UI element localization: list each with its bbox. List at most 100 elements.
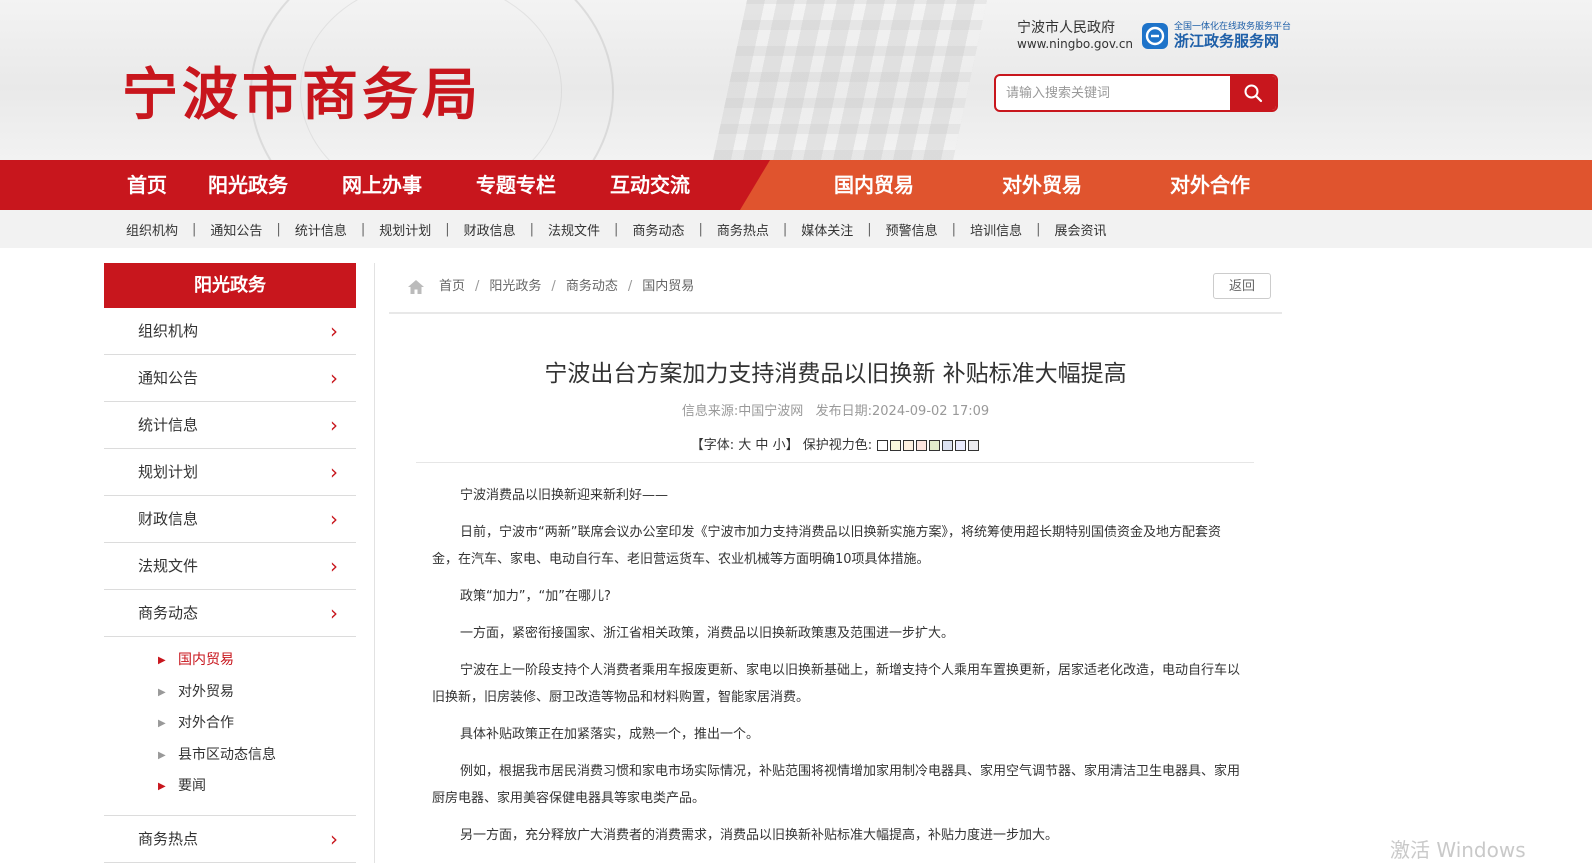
sidebar-item-plans[interactable]: 规划计划 ›: [104, 449, 356, 496]
nav-foreign-cooperation[interactable]: 对外合作: [1170, 160, 1250, 210]
subnav-separator: |: [276, 221, 281, 237]
eye-care-swatch[interactable]: [942, 440, 954, 451]
chevron-right-icon: ›: [330, 460, 338, 484]
source-value: 中国宁波网: [738, 404, 804, 419]
sidebar-sub-county-news[interactable]: ▶ 县市区动态信息: [104, 740, 356, 772]
site-logo-title[interactable]: 宁波市商务局: [122, 50, 482, 131]
breadcrumb-sunshine[interactable]: 阳光政务: [489, 279, 541, 294]
breadcrumb-separator: /: [627, 279, 633, 294]
subnav-separator: |: [192, 221, 197, 237]
ningbo-gov-link[interactable]: 宁波市人民政府 www.ningbo.gov.cn: [1017, 20, 1133, 52]
nav-home[interactable]: 首页: [127, 160, 167, 210]
breadcrumb-business-news[interactable]: 商务动态: [566, 279, 618, 294]
nav-domestic-trade[interactable]: 国内贸易: [834, 160, 914, 210]
sub-nav: 组织机构 | 通知公告 | 统计信息 | 规划计划 | 财政信息 | 法规文件 | 商务动态…: [0, 210, 1592, 248]
sidebar-sub-foreign-trade[interactable]: ▶ 对外贸易: [104, 677, 356, 709]
article-paragraph: 宁波在上一阶段支持个人消费者乘用车报废更新、家电以旧换新基础上，新增支持个人乘用…: [432, 663, 1241, 705]
chevron-right-icon: ›: [330, 507, 338, 531]
eye-care-swatch[interactable]: [929, 440, 941, 451]
breadcrumb-path: 首页 / 阳光政务 / 商务动态 / 国内贸易: [439, 265, 694, 309]
site-header: 宁波市商务局 宁波市人民政府 www.ningbo.gov.cn 全国一体化在线…: [0, 0, 1592, 160]
font-large-button[interactable]: 大: [738, 438, 751, 453]
chevron-right-icon: ›: [330, 601, 338, 625]
font-size-close: 】: [785, 438, 799, 453]
sidebar-item-finance[interactable]: 财政信息 ›: [104, 496, 356, 543]
main-nav: 首页 阳光政务 网上办事 专题专栏 互动交流 国内贸易 对外贸易 对外合作: [0, 160, 1592, 210]
font-size-label: 【字体:: [690, 438, 735, 453]
sidebar-title: 阳光政务: [104, 263, 356, 308]
sidebar-item-label: 规划计划: [138, 463, 199, 481]
sidebar-item-hot-topics[interactable]: 商务热点 ›: [104, 816, 356, 863]
subnav-hot-topics[interactable]: 商务热点: [717, 220, 769, 239]
article-paragraph: 具体补贴政策正在加紧落实，成熟一个，推出一个。: [460, 727, 760, 742]
subnav-business-news[interactable]: 商务动态: [632, 220, 684, 239]
subnav-regulations[interactable]: 法规文件: [548, 220, 600, 239]
nav-online-services[interactable]: 网上办事: [342, 160, 422, 210]
sidebar-sub-domestic-trade[interactable]: ▶ 国内贸易: [104, 645, 356, 677]
sidebar-item-org[interactable]: 组织机构 ›: [104, 308, 356, 355]
date-label: 发布日期:: [815, 404, 873, 419]
subnav-separator: |: [614, 221, 619, 237]
content-divider: [374, 263, 375, 863]
breadcrumb: 首页 / 阳光政务 / 商务动态 / 国内贸易: [389, 265, 1282, 314]
subnav-separator: |: [782, 221, 788, 237]
back-button[interactable]: 返回: [1213, 273, 1271, 299]
sidebar: 阳光政务 组织机构 › 通知公告 › 统计信息 › 规划计划 › 财政信息 › 法规文件 ›…: [104, 263, 356, 863]
nav-interaction[interactable]: 互动交流: [610, 160, 690, 210]
nav-sunshine-affairs[interactable]: 阳光政务: [208, 160, 288, 210]
breadcrumb-home[interactable]: 首页: [439, 279, 465, 294]
article-paragraph: 例如，根据我市居民消费习惯和家电市场实际情况，补贴范围将视情增加家用制冷电器具、…: [432, 764, 1241, 806]
font-medium-button[interactable]: 中: [755, 438, 768, 453]
breadcrumb-domestic-trade[interactable]: 国内贸易: [642, 279, 694, 294]
sidebar-item-statistics[interactable]: 统计信息 ›: [104, 402, 356, 449]
sidebar-sub-label: 县市区动态信息: [178, 746, 276, 763]
subnav-separator: |: [698, 221, 703, 237]
subnav-finance[interactable]: 财政信息: [464, 220, 516, 239]
subnav-notices[interactable]: 通知公告: [210, 220, 262, 239]
eye-care-swatch[interactable]: [877, 440, 889, 451]
eye-care-swatch[interactable]: [890, 440, 902, 451]
subnav-separator: |: [445, 221, 450, 237]
article-tools: 【字体: 大 中 小】 保护视力色:: [389, 434, 1282, 453]
search-input[interactable]: [996, 76, 1232, 110]
sidebar-sub-headlines[interactable]: ▶ 要闻: [104, 771, 356, 803]
sidebar-item-label: 通知公告: [138, 369, 199, 387]
eye-care-swatch[interactable]: [968, 440, 980, 451]
font-small-button[interactable]: 小: [773, 438, 786, 453]
breadcrumb-separator: /: [551, 279, 556, 294]
date-value: 2024-09-02 17:09: [872, 404, 990, 419]
sidebar-item-label: 商务热点: [138, 829, 199, 848]
sidebar-item-label: 法规文件: [138, 557, 199, 575]
subnav-training[interactable]: 培训信息: [970, 220, 1022, 239]
nav-foreign-trade[interactable]: 对外贸易: [1002, 160, 1082, 210]
subnav-statistics[interactable]: 统计信息: [295, 220, 347, 239]
chevron-right-icon: ›: [330, 413, 338, 437]
sidebar-sub-label: 要闻: [178, 778, 206, 794]
sidebar-item-regulations[interactable]: 法规文件 ›: [104, 543, 356, 590]
subnav-warnings[interactable]: 预警信息: [886, 220, 938, 239]
subnav-exhibitions[interactable]: 展会资讯: [1054, 220, 1106, 239]
subnav-org[interactable]: 组织机构: [126, 220, 178, 239]
article-meta: 信息来源:中国宁波网 发布日期:2024-09-02 17:09: [389, 400, 1282, 419]
sidebar-sub-foreign-cooperation[interactable]: ▶ 对外合作: [104, 708, 356, 740]
nav-special-topics[interactable]: 专题专栏: [476, 160, 556, 210]
search-button[interactable]: [1230, 76, 1276, 110]
triangle-right-icon: ▶: [158, 749, 166, 761]
eye-care-swatch[interactable]: [916, 440, 928, 451]
eye-care-swatch[interactable]: [903, 440, 915, 451]
sidebar-item-notices[interactable]: 通知公告 ›: [104, 355, 356, 402]
subnav-media[interactable]: 媒体关注: [801, 220, 853, 239]
eye-care-swatch[interactable]: [955, 440, 967, 451]
triangle-right-icon: ▶: [158, 718, 166, 729]
subnav-plans[interactable]: 规划计划: [379, 220, 431, 239]
article-body: 宁波消费品以旧换新迎来新利好—— 日前，宁波市“两新”联席会议办公室印发《宁波市…: [432, 482, 1240, 859]
zhejiang-service-link[interactable]: 全国一体化在线政务服务平台 浙江政务服务网: [1142, 22, 1291, 50]
chevron-right-icon: ›: [330, 826, 338, 851]
sidebar-item-business-news[interactable]: 商务动态 ›: [104, 590, 356, 637]
subnav-separator: |: [1036, 221, 1041, 237]
source-label: 信息来源:: [681, 404, 739, 419]
ningbo-gov-url: www.ningbo.gov.cn: [1017, 37, 1134, 51]
article-paragraph: 政策“加力”，“加”在哪儿?: [460, 589, 611, 604]
sidebar-item-label: 商务动态: [138, 604, 199, 622]
chevron-right-icon: ›: [330, 554, 338, 578]
